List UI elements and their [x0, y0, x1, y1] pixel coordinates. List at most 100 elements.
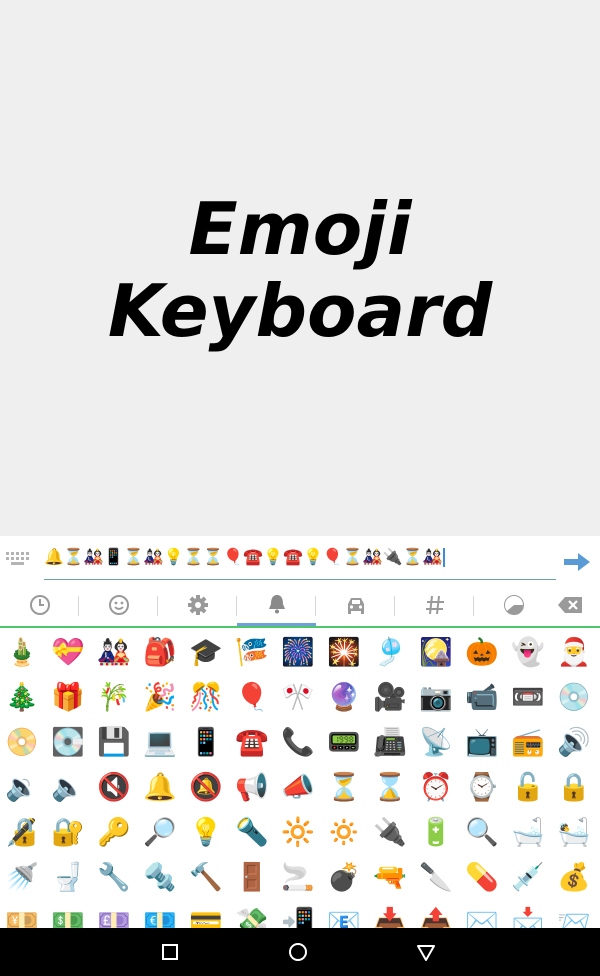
emoji-key[interactable]: ⏰ [413, 765, 459, 810]
emoji-key[interactable]: 💣 [321, 855, 367, 900]
emoji-key[interactable]: 🎁 [45, 675, 91, 720]
emoji-key[interactable]: 📞 [275, 720, 321, 765]
emoji-key[interactable]: 💉 [505, 855, 551, 900]
emoji-key[interactable]: 🎥 [367, 675, 413, 720]
emoji-key[interactable]: 🔉 [0, 765, 45, 810]
emoji-key[interactable]: 🎒 [137, 630, 183, 675]
emoji-key[interactable]: 🎇 [321, 630, 367, 675]
emoji-key[interactable]: 📠 [367, 720, 413, 765]
emoji-key[interactable]: 🎊 [183, 675, 229, 720]
emoji-key[interactable]: 💴 [0, 900, 45, 928]
emoji-key[interactable]: 🔐 [45, 810, 91, 855]
emoji-key[interactable]: 🔒 [551, 765, 597, 810]
keyboard-switch-icon[interactable] [6, 552, 34, 570]
emoji-key[interactable]: 📩 [505, 900, 551, 928]
emoji-key[interactable]: 🎃 [459, 630, 505, 675]
emoji-key[interactable]: 🔔 [137, 765, 183, 810]
emoji-key[interactable]: 🔊 [551, 720, 597, 765]
emoji-input-field[interactable]: 🔔⏳🎎📱⏳🎎💡⏳⏳🎈☎️💡☎️💡🎈⏳🎎🔌⏳🎎 [44, 544, 556, 580]
emoji-key[interactable]: 🎆 [275, 630, 321, 675]
emoji-key[interactable]: 📱 [183, 720, 229, 765]
circle-icon[interactable] [286, 940, 310, 964]
emoji-key[interactable]: 🎓 [183, 630, 229, 675]
emoji-key[interactable]: 💸 [229, 900, 275, 928]
emoji-key[interactable]: 📀 [0, 720, 45, 765]
emoji-key[interactable]: 💵 [45, 900, 91, 928]
emoji-key[interactable]: 👻 [505, 630, 551, 675]
emoji-key[interactable]: 🎍 [0, 630, 45, 675]
emoji-key[interactable]: 📨 [551, 900, 597, 928]
emoji-key[interactable]: 🚽 [45, 855, 91, 900]
emoji-key[interactable]: 🔓 [505, 765, 551, 810]
emoji-key[interactable]: 🔍 [459, 810, 505, 855]
emoji-key[interactable]: 💾 [91, 720, 137, 765]
square-icon[interactable] [158, 940, 182, 964]
emoji-key[interactable]: 💽 [45, 720, 91, 765]
emoji-key[interactable]: 📤 [413, 900, 459, 928]
emoji-key[interactable]: ✉️ [459, 900, 505, 928]
emoji-key[interactable]: 🎋 [91, 675, 137, 720]
emoji-key[interactable]: 💊 [459, 855, 505, 900]
emoji-key[interactable]: ☎️ [229, 720, 275, 765]
emoji-key[interactable]: 🚪 [229, 855, 275, 900]
arrow-right-icon[interactable] [562, 550, 592, 574]
emoji-key[interactable]: 🔪 [413, 855, 459, 900]
emoji-key[interactable]: 🔦 [229, 810, 275, 855]
emoji-key[interactable]: 📥 [367, 900, 413, 928]
emoji-key[interactable]: 💶 [137, 900, 183, 928]
emoji-key[interactable]: 📢 [229, 765, 275, 810]
emoji-key[interactable]: 🛀 [551, 810, 597, 855]
emoji-key[interactable]: 🎅 [551, 630, 597, 675]
emoji-key[interactable]: 📷 [413, 675, 459, 720]
emoji-key[interactable]: 📡 [413, 720, 459, 765]
emoji-key[interactable]: 🔇 [91, 765, 137, 810]
emoji-key[interactable]: 🔎 [137, 810, 183, 855]
emoji-key[interactable]: 🎑 [413, 630, 459, 675]
emoji-key[interactable]: ⏳ [321, 765, 367, 810]
emoji-key[interactable]: 🎏 [229, 630, 275, 675]
emoji-key[interactable]: 💡 [183, 810, 229, 855]
emoji-key[interactable]: 🔩 [137, 855, 183, 900]
tab-nature[interactable] [158, 584, 237, 626]
emoji-key[interactable]: 🎎 [91, 630, 137, 675]
emoji-key[interactable]: 🔕 [183, 765, 229, 810]
emoji-key[interactable]: 🚬 [275, 855, 321, 900]
emoji-key[interactable]: 🚿 [0, 855, 45, 900]
tab-recent[interactable] [0, 584, 79, 626]
emoji-key[interactable]: 🔮 [321, 675, 367, 720]
emoji-key[interactable]: 🔫 [367, 855, 413, 900]
tab-places[interactable] [316, 584, 395, 626]
emoji-key[interactable]: 📲 [275, 900, 321, 928]
emoji-key[interactable]: 🔆 [275, 810, 321, 855]
emoji-key[interactable]: 🔌 [367, 810, 413, 855]
emoji-key[interactable]: 📼 [505, 675, 551, 720]
emoji-key[interactable]: 📣 [275, 765, 321, 810]
emoji-key[interactable]: 📧 [321, 900, 367, 928]
emoji-key[interactable]: ⌚ [459, 765, 505, 810]
emoji-key[interactable]: 🛁 [505, 810, 551, 855]
emoji-key[interactable]: 🎉 [137, 675, 183, 720]
tab-people[interactable] [79, 584, 158, 626]
emoji-key[interactable]: 💳 [183, 900, 229, 928]
delete-button[interactable] [540, 584, 600, 626]
emoji-key[interactable]: 📹 [459, 675, 505, 720]
emoji-key[interactable]: 📻 [505, 720, 551, 765]
tab-objects[interactable] [237, 584, 316, 626]
emoji-key[interactable]: 📺 [459, 720, 505, 765]
emoji-key[interactable]: 💝 [45, 630, 91, 675]
emoji-key[interactable]: 🔧 [91, 855, 137, 900]
emoji-key[interactable]: 🎌 [275, 675, 321, 720]
emoji-key[interactable]: 🔈 [45, 765, 91, 810]
emoji-key[interactable]: 💷 [91, 900, 137, 928]
emoji-key[interactable]: ⌛ [367, 765, 413, 810]
emoji-key[interactable]: 🎈 [229, 675, 275, 720]
emoji-key[interactable]: 💰 [551, 855, 597, 900]
emoji-key[interactable]: 📟 [321, 720, 367, 765]
emoji-key[interactable]: 💿 [551, 675, 597, 720]
emoji-key[interactable]: 🔋 [413, 810, 459, 855]
emoji-key[interactable]: 🔨 [183, 855, 229, 900]
emoji-key[interactable]: 🔑 [91, 810, 137, 855]
emoji-key[interactable]: 🎐 [367, 630, 413, 675]
tab-symbols[interactable] [395, 584, 474, 626]
emoji-key[interactable]: 💻 [137, 720, 183, 765]
